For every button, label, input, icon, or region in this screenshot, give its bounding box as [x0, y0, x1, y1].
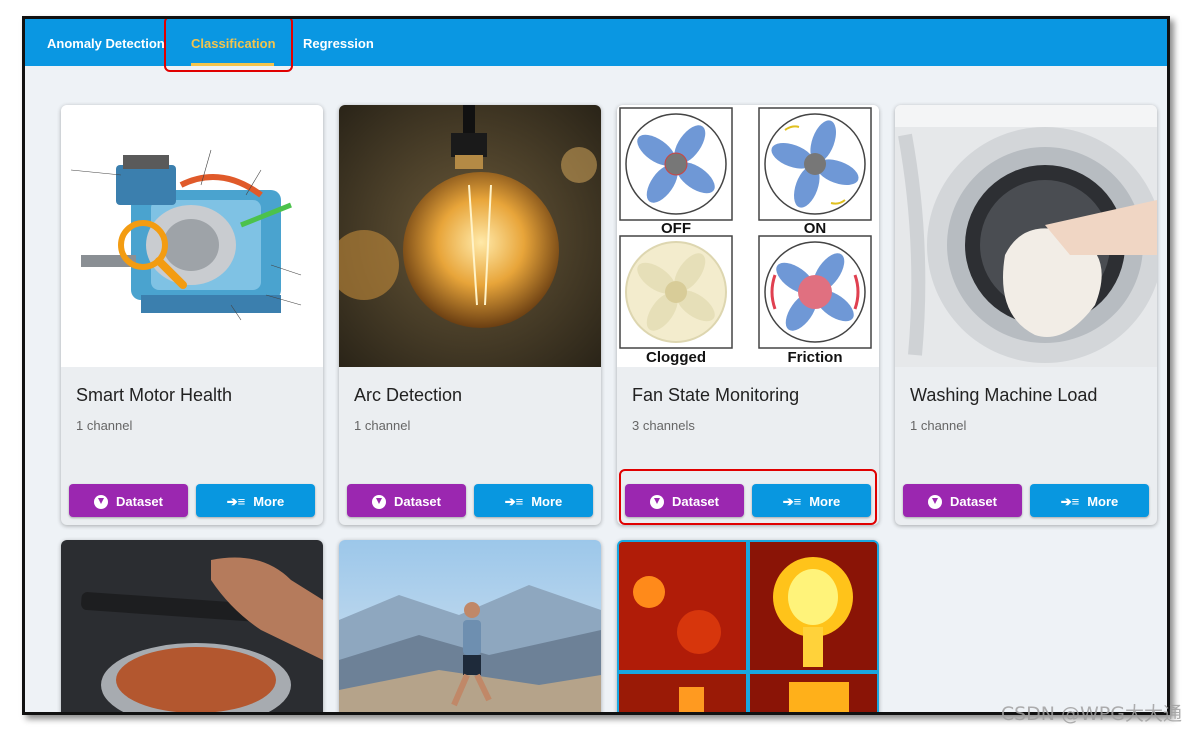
dataset-button[interactable]: Dataset [347, 484, 466, 517]
card-heatmap [617, 540, 879, 712]
download-icon [928, 494, 943, 509]
card-subtitle: 3 channels [632, 418, 695, 433]
card-runner [339, 540, 601, 712]
more-button[interactable]: ➔≡ More [196, 484, 315, 517]
fan-label-friction: Friction [788, 349, 843, 366]
card-subtitle: 1 channel [76, 418, 133, 433]
tab-anomaly-detection[interactable]: Anomaly Detection [47, 19, 165, 66]
top-nav-bar: Anomaly Detection Classification Regress… [25, 19, 1167, 66]
fan-states-illustration: OFF ON Clogged Friction [617, 105, 879, 367]
card-title: Arc Detection [354, 385, 463, 405]
card-title: Smart Motor Health [76, 385, 233, 405]
watermark: CSDN @WPG大大通 [1000, 703, 1182, 725]
washing-machine-photo [895, 105, 1157, 367]
wireless-charger-photo [61, 540, 323, 712]
active-tab-indicator [191, 63, 274, 66]
app-frame: Anomaly Detection Classification Regress… [22, 16, 1170, 715]
download-icon [650, 494, 665, 509]
list-arrow-icon: ➔≡ [226, 494, 246, 510]
card-fan-state-monitoring: OFF ON Clogged Friction Fan State Monito… [617, 105, 879, 525]
list-arrow-icon: ➔≡ [504, 494, 524, 510]
tab-classification[interactable]: Classification [191, 19, 276, 66]
fan-label-on: ON [804, 220, 827, 237]
tab-regression[interactable]: Regression [303, 19, 374, 66]
dataset-button[interactable]: Dataset [903, 484, 1022, 517]
more-button[interactable]: ➔≡ More [1030, 484, 1149, 517]
runner-photo [339, 540, 601, 712]
card-title: Fan State Monitoring [632, 385, 800, 405]
list-arrow-icon: ➔≡ [1060, 494, 1080, 510]
fan-label-clogged: Clogged [646, 349, 706, 366]
dataset-button[interactable]: Dataset [625, 484, 744, 517]
more-button[interactable]: ➔≡ More [474, 484, 593, 517]
light-bulb-photo [339, 105, 601, 367]
download-icon [372, 494, 387, 509]
download-icon [94, 494, 109, 509]
card-arc-detection: Arc Detection 1 channel Dataset ➔≡ More [339, 105, 601, 525]
card-title: Washing Machine Load [910, 385, 1098, 405]
dataset-button[interactable]: Dataset [69, 484, 188, 517]
card-subtitle: 1 channel [354, 418, 411, 433]
motor-illustration [61, 105, 323, 367]
thermal-heatmap-image [619, 542, 877, 712]
fan-label-off: OFF [661, 220, 691, 237]
card-subtitle: 1 channel [910, 418, 967, 433]
more-button[interactable]: ➔≡ More [752, 484, 871, 517]
list-arrow-icon: ➔≡ [782, 494, 802, 510]
card-washing-machine-load: Washing Machine Load 1 channel Dataset ➔… [895, 105, 1157, 525]
card-smart-motor-health: Smart Motor Health 1 channel Dataset ➔≡ M… [61, 105, 323, 525]
card-phone-charger [61, 540, 323, 712]
